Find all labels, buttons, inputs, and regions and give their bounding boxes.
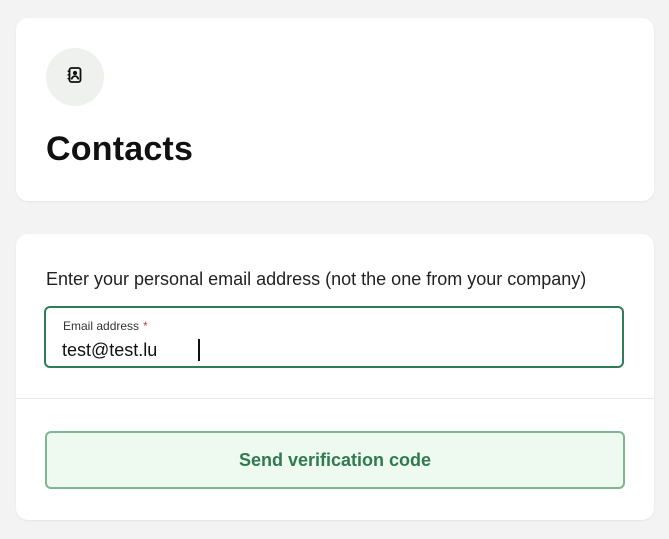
email-instruction: Enter your personal email address (not t…	[46, 269, 587, 289]
section-divider	[16, 398, 654, 399]
contacts-header-card: Contacts	[16, 18, 654, 201]
send-verification-code-button[interactable]: Send verification code	[45, 431, 625, 489]
contacts-icon-container	[46, 48, 104, 106]
text-caret	[198, 339, 200, 361]
email-input[interactable]	[62, 338, 602, 362]
contact-book-icon	[66, 66, 84, 89]
email-form-card: Enter your personal email address (not t…	[16, 234, 654, 520]
email-field[interactable]: Email address *	[44, 306, 624, 368]
email-label-text: Email address	[63, 319, 140, 333]
page-title: Contacts	[46, 130, 194, 168]
required-star: *	[143, 319, 148, 333]
email-label: Email address *	[63, 319, 148, 333]
